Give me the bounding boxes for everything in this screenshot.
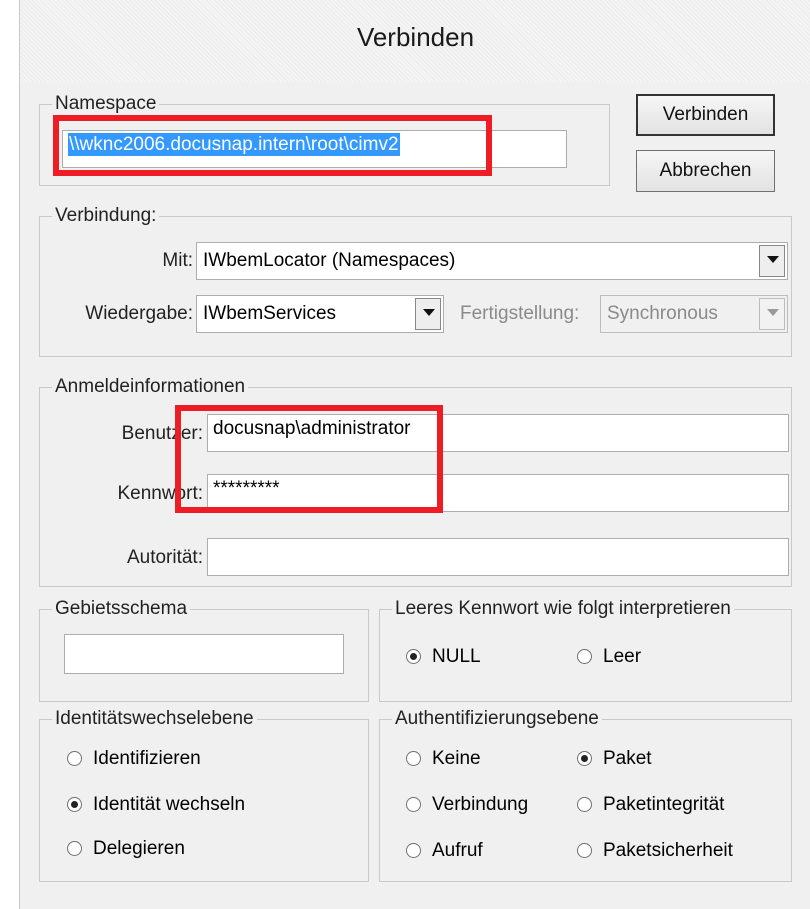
radio-dot [577,751,592,766]
cancel-button[interactable]: Abbrechen [636,150,775,192]
radio-empty-label: Leer [603,646,642,667]
radio-auth-packet-label: Paket [603,748,652,769]
playback-label: Wiedergabe: [85,303,193,324]
namespace-legend: Namespace [52,93,160,115]
connect-button[interactable]: Verbinden [636,94,775,136]
radio-dot [577,649,592,664]
with-label: Mit: [162,250,193,271]
empty-password-legend: Leeres Kennwort wie folgt interpretieren [392,598,734,620]
chevron-down-icon[interactable] [759,245,785,277]
radio-dot [406,797,421,812]
with-select[interactable]: IWbemLocator (Namespaces) [196,242,788,280]
completion-select: Synchronous [600,295,788,333]
authentication-legend: Authentifizierungsebene [392,708,602,730]
dialog-body: Namespace \\wknc2006.docusnap.intern\roo… [20,82,810,909]
radio-impersonate-label: Identität wechseln [93,794,246,815]
password-input[interactable]: ********* [207,474,789,512]
radio-auth-connect-label: Verbindung [432,794,529,815]
radio-dot [67,841,82,856]
user-label: Benutzer: [121,423,203,444]
namespace-group: Namespace \\wknc2006.docusnap.intern\roo… [39,93,610,186]
credentials-group: Anmeldeinformationen Benutzer: docusnap\… [39,376,792,587]
impersonation-legend: Identitätswechselebene [52,708,257,730]
chevron-down-icon [759,298,785,330]
connection-group: Verbindung: Mit: IWbemLocator (Namespace… [39,205,792,357]
radio-identify-label: Identifizieren [93,748,201,769]
playback-select[interactable]: IWbemServices [196,295,444,333]
password-label: Kennwort: [117,483,203,504]
namespace-input[interactable]: \\wknc2006.docusnap.intern\root\cimv2 [62,130,567,168]
credentials-legend: Anmeldeinformationen [52,376,249,398]
locale-group: Gebietsschema [39,598,369,702]
impersonation-group: Identitätswechselebene Identifizieren Id… [39,708,369,882]
completion-select-value: Synchronous [607,303,718,324]
radio-dot [577,843,592,858]
locale-legend: Gebietsschema [52,598,191,620]
empty-password-group: Leeres Kennwort wie folgt interpretieren… [379,598,792,702]
radio-dot [67,797,82,812]
connect-dialog: Verbinden Namespace \\wknc2006.docusnap.… [19,0,810,909]
radio-delegate-label: Delegieren [93,838,185,859]
radio-null-label: NULL [432,646,481,667]
title-bar[interactable]: Verbinden [20,0,810,82]
user-input[interactable]: docusnap\administrator [207,414,789,452]
chevron-down-icon[interactable] [415,298,441,330]
connection-legend: Verbindung: [52,205,160,227]
radio-auth-integrity-label: Paketintegrität [603,794,725,815]
radio-auth-none-label: Keine [432,748,481,769]
radio-auth-privacy-label: Paketsicherheit [603,840,733,861]
locale-input[interactable] [64,634,344,674]
playback-select-value: IWbemServices [203,303,337,324]
password-value: ********* [213,478,280,499]
with-select-value: IWbemLocator (Namespaces) [203,250,456,271]
radio-dot [577,797,592,812]
authority-label: Autorität: [126,547,203,568]
completion-label: Fertigstellung: [460,303,580,324]
user-value: docusnap\administrator [213,418,411,439]
radio-auth-call-label: Aufruf [432,840,483,861]
dialog-title: Verbinden [356,22,475,52]
radio-dot [67,751,82,766]
radio-dot [406,649,421,664]
namespace-value: \\wknc2006.docusnap.intern\root\cimv2 [68,133,400,156]
authority-input[interactable] [207,538,789,576]
radio-dot [406,751,421,766]
authentication-group: Authentifizierungsebene Keine Paket Verb… [379,708,792,882]
radio-dot [406,843,421,858]
